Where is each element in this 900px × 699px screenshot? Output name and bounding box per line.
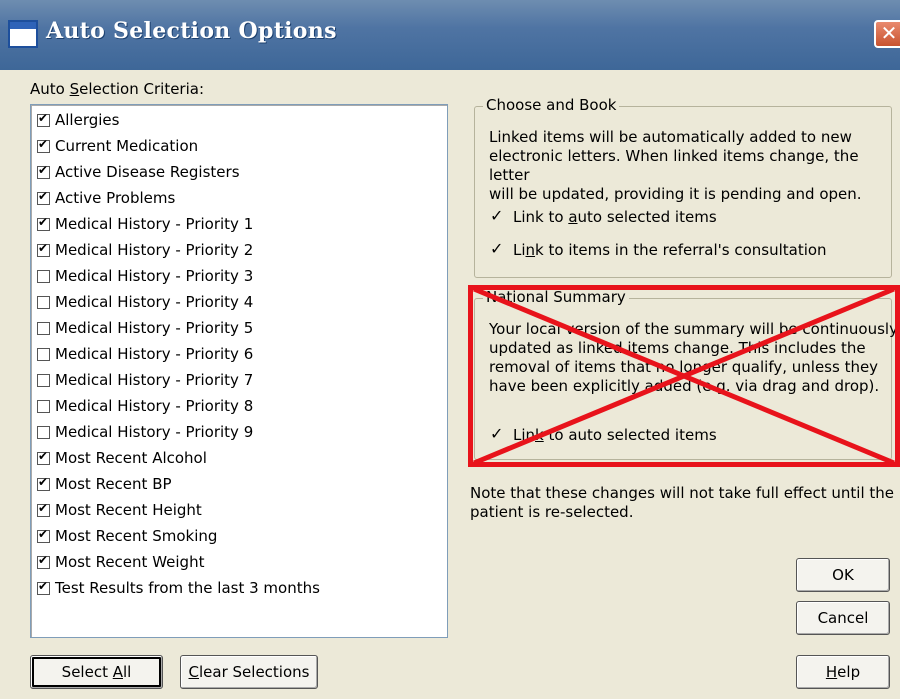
criteria-list-item[interactable]: Most Recent Height [37,499,202,521]
link-auto-selected-label: Link to auto selected items [513,208,717,226]
criteria-label: Most Recent Smoking [55,527,218,545]
criteria-list-item[interactable]: Medical History - Priority 8 [37,395,253,417]
help-button[interactable]: Help [796,655,890,689]
link-referral-items-option[interactable]: Link to items in the referral's consulta… [490,239,827,260]
criteria-checkbox[interactable] [37,215,50,231]
cancel-button[interactable]: Cancel [796,601,890,635]
criteria-label: Medical History - Priority 8 [55,397,254,415]
criteria-checkbox[interactable] [37,425,50,439]
criteria-checkbox[interactable] [37,269,50,283]
criteria-checkbox[interactable] [37,137,50,153]
criteria-label: Medical History - Priority 4 [55,293,254,311]
criteria-list-item[interactable]: Medical History - Priority 4 [37,291,253,313]
criteria-list-item[interactable]: Medical History - Priority 5 [37,317,253,339]
criteria-label: Active Problems [55,189,176,207]
criteria-checkbox[interactable] [37,553,50,569]
note-text: Note that these changes will not take fu… [470,484,894,522]
title-bar[interactable]: Auto Selection Options ✕ [0,0,900,70]
choose-and-book-description: Linked items will be automatically added… [489,128,900,204]
dialog-window: Auto Selection Options ✕ Auto Selection … [0,0,900,699]
criteria-label: Most Recent Weight [55,553,205,571]
criteria-checkbox[interactable] [37,475,50,491]
criteria-checkbox[interactable] [37,449,50,465]
criteria-label: Medical History - Priority 5 [55,319,254,337]
criteria-checkbox[interactable] [37,347,50,361]
criteria-list-item[interactable]: Medical History - Priority 6 [37,343,253,365]
criteria-checkbox[interactable] [37,399,50,413]
criteria-checkbox[interactable] [37,111,50,127]
criteria-label: Current Medication [55,137,199,155]
criteria-label: Auto Selection Criteria: [30,80,205,98]
criteria-list-item[interactable]: Medical History - Priority 7 [37,369,253,391]
criteria-checkbox[interactable] [37,321,50,335]
criteria-checkbox[interactable] [37,295,50,309]
criteria-checkbox[interactable] [37,373,50,387]
link-auto-selected-option[interactable]: Link to auto selected items [490,206,717,227]
criteria-label: Most Recent Alcohol [55,449,207,467]
criteria-label: Medical History - Priority 3 [55,267,254,285]
criteria-list-item[interactable]: Medical History - Priority 1 [37,213,253,235]
criteria-label: Test Results from the last 3 months [55,579,320,597]
note-line: Note that these changes will not take fu… [470,484,895,502]
criteria-list-item[interactable]: Most Recent Alcohol [37,447,207,469]
choose-and-book-title: Choose and Book [483,96,620,114]
criteria-checkbox[interactable] [37,163,50,179]
window-icon [8,20,38,48]
criteria-label: Medical History - Priority 6 [55,345,254,363]
criteria-label: Active Disease Registers [55,163,240,181]
criteria-list-item[interactable]: Most Recent BP [37,473,172,495]
red-cross-annotation [473,286,895,466]
close-button[interactable]: ✕ [874,20,900,48]
criteria-checkbox[interactable] [37,579,50,595]
criteria-list-item[interactable]: Most Recent Smoking [37,525,217,547]
description-line: Linked items will be automatically added… [489,128,852,146]
link-referral-items-checkbox[interactable] [490,239,503,258]
link-referral-items-label: Link to items in the referral's consulta… [513,241,827,259]
criteria-list-item[interactable]: Test Results from the last 3 months [37,577,320,599]
criteria-list[interactable]: Allergies Current Medication Active Diseas… [30,104,448,638]
criteria-label: Medical History - Priority 1 [55,215,254,233]
criteria-list-item[interactable]: Medical History - Priority 3 [37,265,253,287]
criteria-checkbox[interactable] [37,501,50,517]
criteria-label: Most Recent BP [55,475,172,493]
criteria-list-item[interactable]: Current Medication [37,135,198,157]
criteria-label: Medical History - Priority 9 [55,423,254,441]
criteria-checkbox[interactable] [37,527,50,543]
select-all-button[interactable]: Select All [30,655,163,689]
criteria-list-item[interactable]: Medical History - Priority 9 [37,421,253,443]
criteria-list-item[interactable]: Active Disease Registers [37,161,240,183]
criteria-list-item[interactable]: Allergies [37,109,119,131]
criteria-list-item[interactable]: Medical History - Priority 2 [37,239,253,261]
criteria-label: Allergies [55,111,120,129]
clear-selections-button[interactable]: Clear Selections [180,655,318,689]
description-line: electronic letters. When linked items ch… [489,147,859,184]
window-title: Auto Selection Options [46,18,337,44]
criteria-label: Medical History - Priority 2 [55,241,254,259]
criteria-checkbox[interactable] [37,241,50,257]
criteria-checkbox[interactable] [37,189,50,205]
ok-button[interactable]: OK [796,558,890,592]
criteria-list-item[interactable]: Most Recent Weight [37,551,204,573]
criteria-label: Most Recent Height [55,501,202,519]
note-line: patient is re-selected. [470,503,634,521]
description-line: will be updated, providing it is pending… [489,185,862,203]
criteria-label: Medical History - Priority 7 [55,371,254,389]
criteria-list-item[interactable]: Active Problems [37,187,175,209]
link-auto-selected-checkbox[interactable] [490,206,503,225]
